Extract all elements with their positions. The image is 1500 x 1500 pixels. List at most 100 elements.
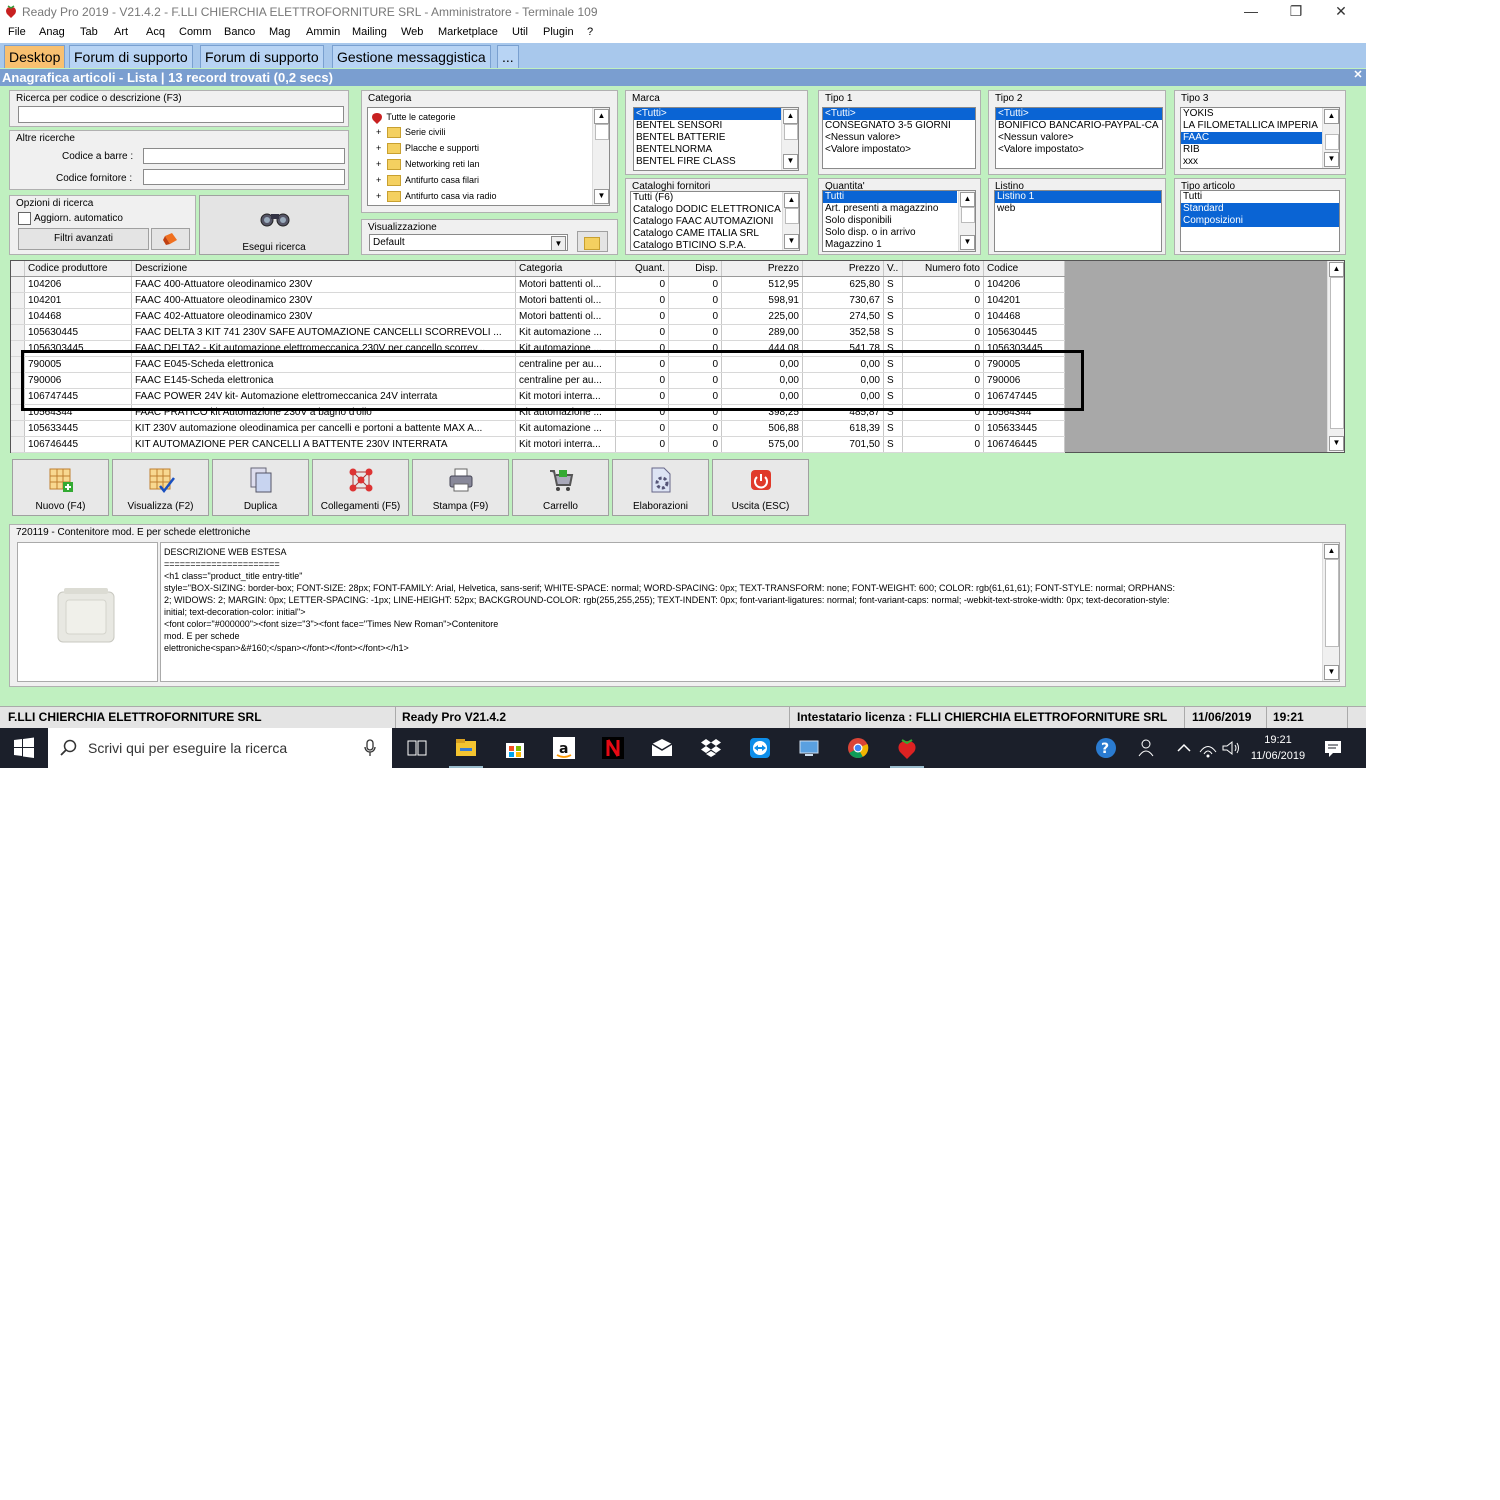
scroll-down-icon[interactable]: ▼	[783, 154, 798, 169]
expand-icon[interactable]: +	[376, 127, 385, 137]
tree-node[interactable]: + Serie civili	[376, 127, 446, 141]
list-item[interactable]: <Nessun valore>	[823, 132, 975, 144]
categoria-tree[interactable]: Tutte le categorie + Serie civili + Placch…	[367, 107, 610, 206]
scroll-up-icon[interactable]: ▲	[960, 192, 975, 207]
col-numero-foto[interactable]: Numero foto	[902, 261, 984, 277]
col-categoria[interactable]: Categoria	[515, 261, 616, 277]
expand-icon[interactable]: +	[376, 143, 385, 153]
row-indicator[interactable]	[11, 436, 25, 453]
tipo3-list[interactable]: YOKIS LA FILOMETALLICA IMPERIA FAAC RIB …	[1180, 107, 1340, 169]
volume-icon[interactable]	[1219, 736, 1243, 760]
tipo1-list[interactable]: <Tutti> CONSEGNATO 3-5 GIORNI <Nessun va…	[822, 107, 976, 169]
expand-icon[interactable]: +	[376, 159, 385, 169]
menu-anag[interactable]: Anag	[39, 26, 65, 38]
list-item[interactable]: <Tutti>	[634, 108, 798, 120]
tree-node[interactable]: + Antifurto casa filari	[376, 175, 479, 189]
list-item[interactable]: Catalogo FAAC AUTOMAZIONI	[631, 216, 799, 228]
scroll-thumb[interactable]	[1325, 134, 1339, 150]
cart-button[interactable]: Carrello	[512, 459, 609, 516]
microphone-icon[interactable]	[364, 739, 376, 757]
list-item[interactable]: Tutti (F6)	[631, 192, 799, 204]
menu-art[interactable]: Art	[114, 26, 128, 38]
col-v[interactable]: V..	[883, 261, 903, 277]
list-item[interactable]: BENTELNORMA	[634, 144, 798, 156]
marca-scrollbar[interactable]: ▲ ▼	[781, 108, 798, 170]
list-item[interactable]: BONIFICO BANCARIO-PAYPAL-CA	[996, 120, 1162, 132]
scroll-down-icon[interactable]: ▼	[1324, 152, 1339, 167]
table-row[interactable]: 105633445 KIT 230V automazione oleodinami…	[11, 420, 1065, 437]
quantita-scrollbar[interactable]: ▲ ▼	[958, 191, 975, 251]
list-item[interactable]: <Tutti>	[996, 108, 1162, 120]
scroll-down-icon[interactable]: ▼	[1329, 436, 1344, 451]
tab-more[interactable]: ...	[497, 45, 519, 68]
dropbox-icon[interactable]	[699, 736, 723, 760]
windows-start-icon[interactable]	[12, 736, 36, 760]
teamviewer-icon[interactable]	[748, 736, 772, 760]
list-item[interactable]: YOKIS	[1181, 108, 1339, 120]
menu-marketplace[interactable]: Marketplace	[438, 26, 498, 38]
row-indicator[interactable]	[11, 276, 25, 293]
scroll-down-icon[interactable]: ▼	[784, 234, 799, 249]
list-item[interactable]: Listino 1	[995, 191, 1161, 203]
print-button[interactable]: Stampa (F9)	[412, 459, 509, 516]
people-icon[interactable]	[1136, 736, 1160, 760]
tree-node[interactable]: + Networking reti lan	[376, 159, 480, 173]
auto-update-checkbox[interactable]	[18, 212, 31, 225]
view-button[interactable]: Visualizza (F2)	[112, 459, 209, 516]
menu-banco[interactable]: Banco	[224, 26, 255, 38]
menu-comm[interactable]: Comm	[179, 26, 211, 38]
ready-pro-strawberry-icon[interactable]	[895, 736, 919, 760]
list-item[interactable]: Catalogo CAME ITALIA SRL	[631, 228, 799, 240]
menu-mag[interactable]: Mag	[269, 26, 290, 38]
table-row[interactable]: 104468 FAAC 402-Attuatore oleodinamico 23…	[11, 308, 1065, 325]
taskbar-clock[interactable]: 19:21 11/06/2019	[1246, 732, 1310, 764]
col-descrizione[interactable]: Descrizione	[131, 261, 516, 277]
list-item[interactable]: Tutti	[1181, 191, 1339, 203]
exit-button[interactable]: Uscita (ESC)	[712, 459, 809, 516]
menu-ammin[interactable]: Ammin	[306, 26, 340, 38]
description-scrollbar[interactable]: ▲ ▼	[1322, 543, 1339, 681]
marca-list[interactable]: <Tutti> BENTEL SENSORI BENTEL BATTERIE B…	[633, 107, 799, 171]
list-item[interactable]: Solo disp. o in arrivo	[823, 227, 975, 239]
filter-reset-button[interactable]	[151, 228, 190, 250]
wifi-icon[interactable]	[1196, 736, 1220, 760]
chevron-down-icon[interactable]: ▼	[551, 236, 566, 251]
search-input[interactable]	[18, 106, 344, 123]
scroll-down-icon[interactable]: ▼	[960, 235, 975, 250]
tab-forum-1[interactable]: Forum di supporto	[69, 45, 193, 68]
scroll-up-icon[interactable]: ▲	[1329, 262, 1344, 277]
tipo-articolo-list[interactable]: Tutti Standard Composizioni	[1180, 190, 1340, 252]
scroll-thumb[interactable]	[1325, 559, 1339, 647]
mail-icon[interactable]	[650, 736, 674, 760]
table-row[interactable]: 106746445 KIT AUTOMAZIONE PER CANCELLI A …	[11, 436, 1065, 453]
menu-mailing[interactable]: Mailing	[352, 26, 387, 38]
tree-node[interactable]: + Antifurto casa via radio	[376, 191, 497, 205]
file-explorer-icon[interactable]	[454, 736, 478, 760]
open-folder-button[interactable]	[577, 231, 608, 252]
close-button[interactable]: ✕	[1318, 0, 1364, 23]
scroll-down-icon[interactable]: ▼	[594, 189, 609, 204]
list-item[interactable]: Tutti	[823, 191, 957, 203]
list-item[interactable]: RIB	[1181, 144, 1339, 156]
processing-button[interactable]: Elaborazioni	[612, 459, 709, 516]
scroll-thumb[interactable]	[784, 124, 798, 140]
menu-acq[interactable]: Acq	[146, 26, 165, 38]
visualizzazione-select[interactable]: Default ▼	[369, 234, 568, 251]
row-indicator[interactable]	[11, 308, 25, 325]
scroll-thumb[interactable]	[1330, 277, 1344, 429]
list-item[interactable]: web	[995, 203, 1161, 215]
tab-desktop[interactable]: Desktop	[4, 45, 66, 68]
taskbar-search-box[interactable]: Scrivi qui per eseguire la ricerca	[48, 728, 392, 768]
microsoft-store-icon[interactable]	[503, 736, 527, 760]
description-textarea[interactable]: DESCRIZIONE WEB ESTESA ==================…	[160, 542, 1340, 682]
task-view-icon[interactable]	[405, 736, 429, 760]
quantita-list[interactable]: Tutti Art. presenti a magazzino Solo dis…	[822, 190, 976, 252]
list-item[interactable]: Catalogo DODIC ELETTRONICA	[631, 204, 799, 216]
menu-tab[interactable]: Tab	[80, 26, 98, 38]
list-item[interactable]: Catalogo BTICINO S.P.A.	[631, 240, 799, 250]
tree-node-all[interactable]: Tutte le categorie	[370, 111, 456, 125]
list-item[interactable]: BENTEL SENSORI	[634, 120, 798, 132]
scroll-down-icon[interactable]: ▼	[1324, 665, 1339, 680]
scroll-thumb[interactable]	[961, 207, 975, 223]
scroll-up-icon[interactable]: ▲	[784, 193, 799, 208]
